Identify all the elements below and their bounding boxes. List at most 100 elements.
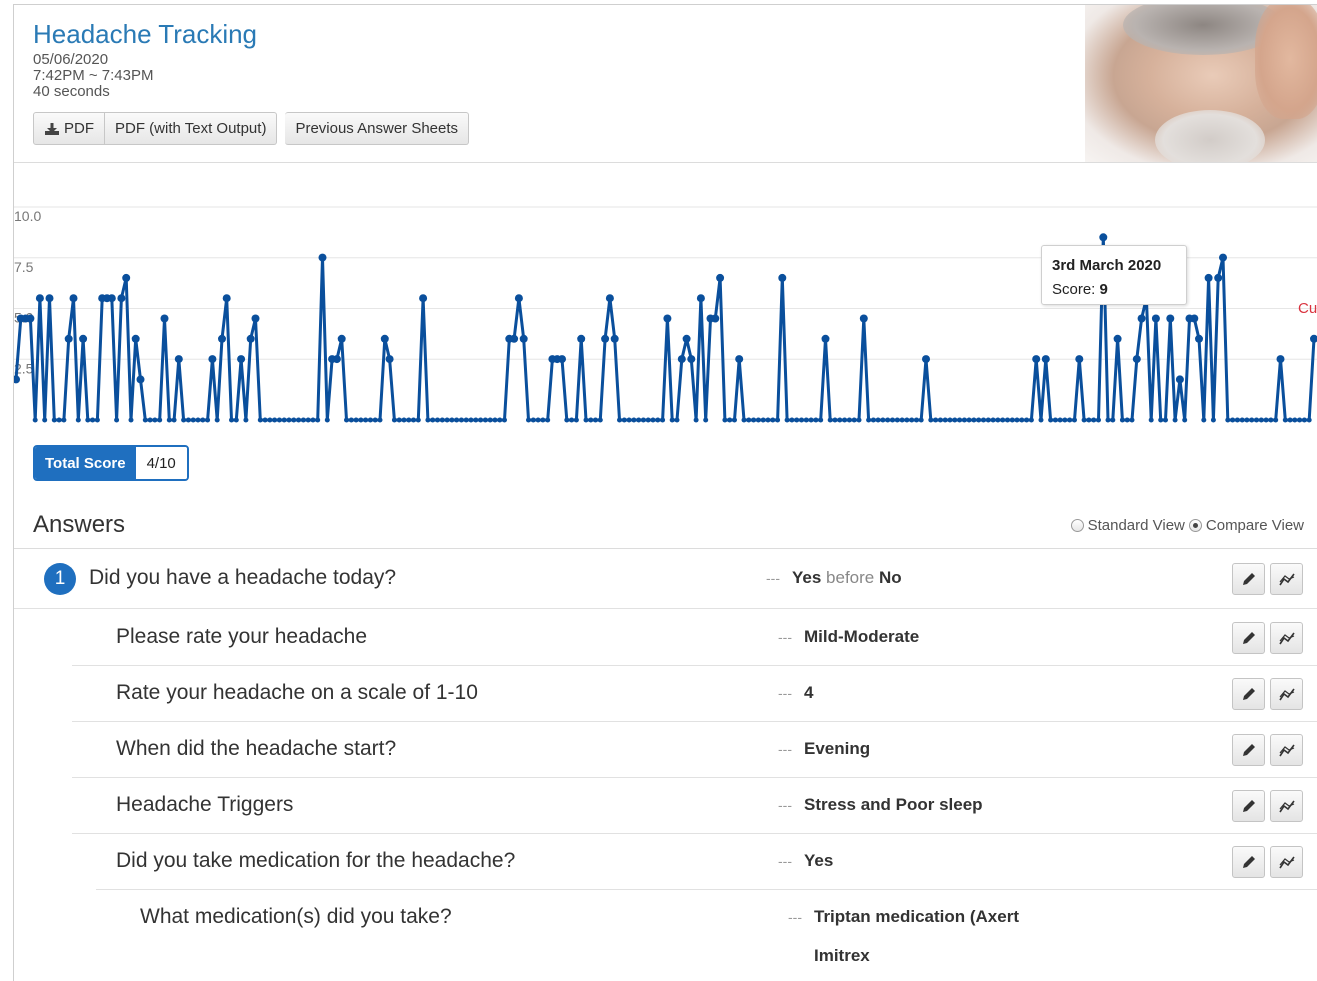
data-point[interactable] [601, 334, 610, 343]
data-point[interactable] [866, 417, 872, 423]
data-point[interactable] [588, 417, 594, 423]
data-point[interactable] [573, 417, 579, 423]
data-point[interactable] [703, 417, 709, 423]
data-point[interactable] [1163, 417, 1168, 423]
edit-button[interactable] [1232, 846, 1265, 878]
data-point[interactable] [617, 417, 622, 423]
data-point[interactable] [1225, 417, 1231, 423]
data-point[interactable] [136, 375, 145, 384]
data-point[interactable] [449, 417, 455, 423]
data-point[interactable] [947, 417, 953, 423]
data-point[interactable] [621, 417, 627, 423]
data-point[interactable] [332, 355, 341, 364]
compare-view-radio[interactable] [1188, 519, 1202, 532]
data-point[interactable] [770, 417, 776, 423]
data-point[interactable] [875, 417, 881, 423]
data-point[interactable] [310, 417, 316, 423]
data-point[interactable] [626, 417, 632, 423]
data-point[interactable] [195, 417, 201, 423]
data-point[interactable] [1214, 273, 1223, 282]
data-point[interactable] [789, 417, 795, 423]
data-point[interactable] [519, 334, 528, 343]
data-point[interactable] [257, 417, 263, 423]
data-point[interactable] [487, 417, 493, 423]
data-point[interactable] [682, 334, 691, 343]
data-point[interactable] [385, 355, 394, 364]
data-point[interactable] [1234, 417, 1240, 423]
data-point[interactable] [401, 417, 407, 423]
data-point[interactable] [367, 417, 373, 423]
data-point[interactable] [605, 294, 614, 303]
data-point[interactable] [42, 417, 48, 423]
data-point[interactable] [348, 417, 354, 423]
data-point[interactable] [1297, 417, 1303, 423]
data-point[interactable] [75, 417, 81, 423]
data-point[interactable] [966, 417, 972, 423]
data-point[interactable] [1292, 417, 1298, 423]
data-point[interactable] [1075, 355, 1084, 364]
data-point[interactable] [859, 314, 868, 323]
data-point[interactable] [1175, 375, 1184, 384]
data-point[interactable] [181, 417, 187, 423]
data-point[interactable] [1067, 417, 1073, 423]
data-point[interactable] [1005, 417, 1010, 423]
data-point[interactable] [1204, 273, 1213, 282]
data-point[interactable] [778, 273, 787, 282]
data-point[interactable] [233, 417, 239, 423]
trend-button[interactable] [1270, 846, 1303, 878]
data-point[interactable] [454, 417, 460, 423]
data-point[interactable] [1038, 417, 1044, 423]
data-point[interactable] [558, 355, 566, 364]
trend-button[interactable] [1270, 678, 1303, 710]
data-point[interactable] [693, 417, 699, 423]
standard-view-radio[interactable] [1070, 519, 1084, 532]
data-point[interactable] [1113, 334, 1122, 343]
data-point[interactable] [1158, 417, 1164, 423]
data-point[interactable] [577, 334, 586, 343]
data-point[interactable] [846, 417, 852, 423]
data-point[interactable] [765, 417, 771, 423]
data-point[interactable] [1132, 355, 1141, 364]
data-point[interactable] [760, 417, 766, 423]
data-point[interactable] [492, 417, 498, 423]
data-point[interactable] [439, 417, 445, 423]
data-point[interactable] [640, 417, 646, 423]
data-point[interactable] [961, 417, 967, 423]
data-point[interactable] [276, 417, 282, 423]
data-point[interactable] [1096, 417, 1101, 423]
data-point[interactable] [114, 417, 120, 423]
data-point[interactable] [1024, 417, 1030, 423]
data-point[interactable] [674, 417, 680, 423]
data-point[interactable] [880, 417, 886, 423]
data-point[interactable] [899, 417, 905, 423]
data-point[interactable] [1258, 417, 1264, 423]
trend-button[interactable] [1270, 790, 1303, 822]
data-point[interactable] [1306, 417, 1312, 423]
data-point[interactable] [870, 417, 876, 423]
data-point[interactable] [514, 294, 523, 303]
data-point[interactable] [922, 355, 930, 364]
data-point[interactable] [1151, 314, 1160, 323]
data-point[interactable] [200, 417, 206, 423]
data-point[interactable] [463, 417, 469, 423]
data-point[interactable] [784, 417, 790, 423]
data-point[interactable] [1048, 417, 1054, 423]
data-point[interactable] [569, 417, 575, 423]
data-point[interactable] [85, 417, 91, 423]
data-point[interactable] [251, 314, 260, 323]
data-point[interactable] [851, 417, 857, 423]
data-point[interactable] [291, 417, 297, 423]
data-point[interactable] [214, 417, 220, 423]
data-point[interactable] [645, 417, 651, 423]
data-point[interactable] [1244, 417, 1250, 423]
data-point[interactable] [799, 417, 804, 423]
data-point[interactable] [185, 417, 191, 423]
data-point[interactable] [732, 417, 737, 423]
data-point[interactable] [26, 314, 35, 323]
data-point[interactable] [933, 417, 939, 423]
data-point[interactable] [90, 417, 96, 423]
data-point[interactable] [583, 417, 589, 423]
data-point[interactable] [415, 417, 421, 423]
data-point[interactable] [497, 417, 503, 423]
data-point[interactable] [1239, 417, 1245, 423]
